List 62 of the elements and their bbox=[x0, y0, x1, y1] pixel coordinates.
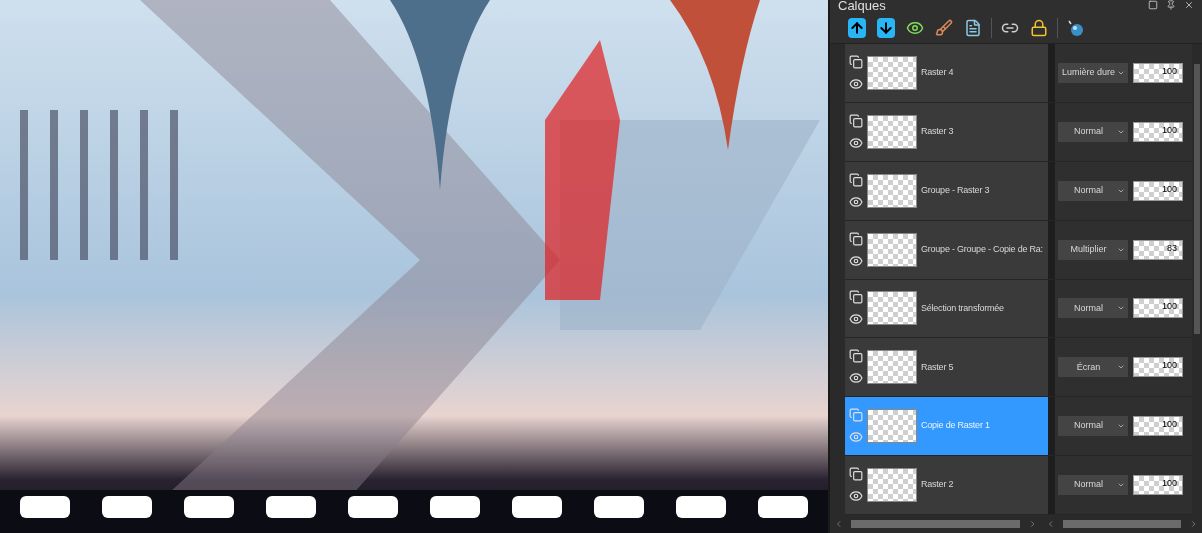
blend-mode-dropdown[interactable]: Normal bbox=[1058, 121, 1128, 142]
opacity-field[interactable]: 100 bbox=[1133, 416, 1183, 437]
blend-mode-dropdown[interactable]: Lumière dure bbox=[1058, 62, 1128, 83]
vertical-scrollbar[interactable] bbox=[1192, 44, 1202, 515]
layer-thumbnail bbox=[867, 468, 917, 503]
blend-mode-dropdown[interactable]: Normal bbox=[1058, 180, 1128, 201]
horizontal-scrollbar[interactable] bbox=[1063, 520, 1181, 528]
layer-row[interactable]: Groupe - Raster 3 bbox=[845, 161, 1055, 220]
layer-thumbnail bbox=[867, 409, 917, 444]
layer-type-icon[interactable] bbox=[849, 231, 863, 246]
layer-type-icon[interactable] bbox=[849, 113, 863, 128]
blend-mode-dropdown[interactable]: Normal bbox=[1058, 416, 1128, 437]
layer-thumbnail bbox=[867, 55, 917, 90]
layer-name: Raster 4 bbox=[921, 66, 954, 80]
horizontal-scrollbar[interactable] bbox=[851, 520, 1021, 528]
opacity-field[interactable]: 100 bbox=[1133, 180, 1183, 201]
layer-thumbnail bbox=[867, 350, 917, 385]
maximize-icon[interactable] bbox=[1148, 0, 1158, 10]
visibility-icon[interactable] bbox=[849, 253, 863, 268]
visibility-icon[interactable] bbox=[849, 489, 863, 504]
layer-thumbnail bbox=[867, 114, 917, 149]
layer-name: Raster 3 bbox=[921, 125, 954, 139]
layer-row[interactable]: Sélection transformée bbox=[845, 279, 1055, 338]
opacity-field[interactable]: 100 bbox=[1133, 357, 1183, 378]
layer-name: Groupe - Raster 3 bbox=[921, 183, 990, 197]
layer-name: Raster 2 bbox=[921, 478, 954, 492]
layer-type-icon[interactable] bbox=[849, 54, 863, 69]
blend-mode-dropdown[interactable]: Écran bbox=[1058, 357, 1128, 378]
blend-mode-dropdown[interactable]: Multiplier bbox=[1058, 239, 1128, 260]
close-icon[interactable] bbox=[1184, 0, 1194, 10]
layer-type-icon[interactable] bbox=[849, 467, 863, 482]
panel-title: Calques bbox=[838, 0, 886, 12]
layer-thumbnail bbox=[867, 291, 917, 326]
layer-name: Groupe - Groupe - Copie de Ra: bbox=[921, 242, 1043, 256]
opacity-field[interactable]: 100 bbox=[1133, 475, 1183, 496]
layer-name: Sélection transformée bbox=[921, 301, 1004, 315]
layer-type-icon[interactable] bbox=[849, 172, 863, 187]
move-down-icon[interactable] bbox=[875, 16, 897, 39]
visibility-icon[interactable] bbox=[849, 371, 863, 386]
layer-type-icon[interactable] bbox=[849, 349, 863, 364]
layer-row[interactable]: Raster 2 bbox=[845, 456, 1055, 514]
layer-name: Copie de Raster 1 bbox=[921, 419, 990, 433]
visibility-icon[interactable] bbox=[849, 312, 863, 327]
pin-icon[interactable] bbox=[1166, 0, 1176, 10]
blend-mode-dropdown[interactable]: Normal bbox=[1058, 475, 1128, 496]
opacity-field[interactable]: 100 bbox=[1133, 121, 1183, 142]
opacity-field[interactable]: 83 bbox=[1133, 239, 1183, 260]
layer-row[interactable]: Raster 3 bbox=[845, 102, 1055, 161]
layer-row[interactable]: Raster 4 bbox=[845, 44, 1055, 102]
move-up-icon[interactable] bbox=[846, 16, 868, 39]
layer-name: Raster 5 bbox=[921, 360, 954, 374]
opacity-field[interactable]: 100 bbox=[1133, 62, 1183, 83]
opacity-field[interactable]: 100 bbox=[1133, 298, 1183, 319]
layer-row[interactable]: Groupe - Groupe - Copie de Ra: bbox=[845, 220, 1055, 279]
layer-type-icon[interactable] bbox=[849, 290, 863, 305]
layer-row[interactable]: Raster 5 bbox=[845, 338, 1055, 397]
visibility-icon[interactable] bbox=[849, 194, 863, 209]
layer-thumbnail bbox=[867, 173, 917, 208]
blend-mode-dropdown[interactable]: Normal bbox=[1058, 298, 1128, 319]
visibility-icon[interactable] bbox=[849, 135, 863, 150]
visibility-icon[interactable] bbox=[849, 76, 863, 91]
layer-thumbnail bbox=[867, 232, 917, 267]
